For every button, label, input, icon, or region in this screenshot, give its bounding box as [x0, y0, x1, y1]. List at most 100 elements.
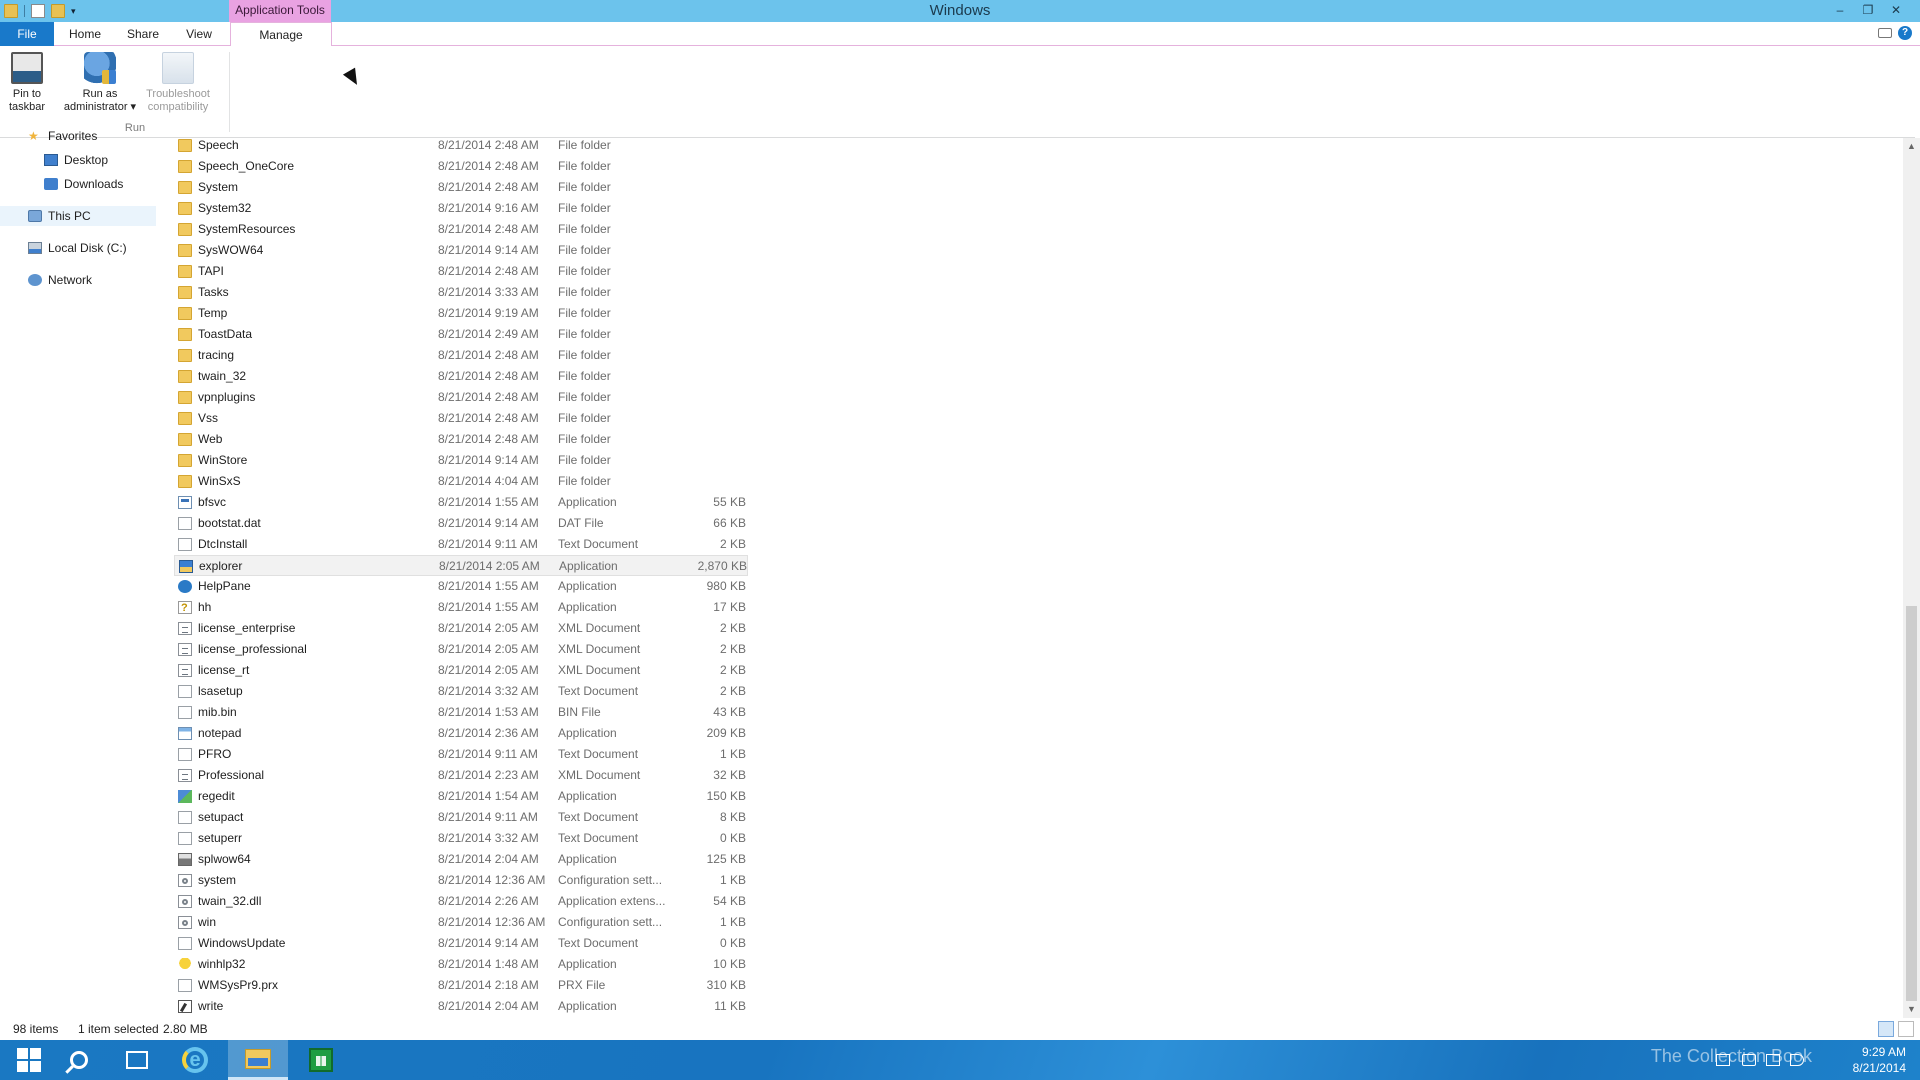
file-row[interactable]: Temp 8/21/2014 9:19 AM File folder: [174, 303, 1374, 324]
minimize-button[interactable]: –: [1826, 0, 1854, 22]
file-row[interactable]: license_rt 8/21/2014 2:05 AM XML Document 2…: [174, 660, 1374, 681]
file-row[interactable]: bfsvc 8/21/2014 1:55 AM Application 55 KB: [174, 492, 1374, 513]
search-button[interactable]: [50, 1040, 108, 1080]
minimize-ribbon-icon[interactable]: [1878, 28, 1892, 38]
windows-logo-icon: [17, 1048, 41, 1072]
file-row[interactable]: Speech 8/21/2014 2:48 AM File folder: [174, 135, 1374, 156]
file-row[interactable]: explorer 8/21/2014 2:05 AM Application 2,87…: [174, 555, 748, 576]
file-row[interactable]: WMSysPr9.prx 8/21/2014 2:18 AM PRX File 310…: [174, 975, 1374, 996]
clock-date[interactable]: 8/21/2014: [1853, 1061, 1906, 1075]
file-row[interactable]: PFRO 8/21/2014 9:11 AM Text Document 1 KB: [174, 744, 1374, 765]
tray-overflow-icon[interactable]: [1716, 1054, 1730, 1066]
file-type: File folder: [558, 264, 611, 278]
file-type: Application: [558, 600, 617, 614]
file-row[interactable]: DtcInstall 8/21/2014 9:11 AM Text Document…: [174, 534, 1374, 555]
folder-icon: [178, 286, 192, 299]
file-date-modified: 8/21/2014 9:11 AM: [438, 537, 538, 551]
properties-icon[interactable]: [31, 4, 45, 18]
file-row[interactable]: system 8/21/2014 12:36 AM Configuration se…: [174, 870, 1374, 891]
nav-desktop[interactable]: Desktop: [44, 150, 108, 170]
file-row[interactable]: Web 8/21/2014 2:48 AM File folder: [174, 429, 1374, 450]
nav-favorites[interactable]: ★ Favorites: [28, 126, 97, 146]
file-row[interactable]: Tasks 8/21/2014 3:33 AM File folder: [174, 282, 1374, 303]
internet-explorer-button[interactable]: e: [166, 1040, 224, 1080]
troubleshoot-compatibility-button[interactable]: Troubleshoot compatibility: [140, 52, 216, 114]
vertical-scrollbar[interactable]: ▲ ▼: [1903, 138, 1920, 1018]
file-row[interactable]: setuperr 8/21/2014 3:32 AM Text Document 0 …: [174, 828, 1374, 849]
details-view-icon[interactable]: [1878, 1021, 1894, 1037]
volume-icon[interactable]: [1790, 1054, 1804, 1066]
file-row[interactable]: TAPI 8/21/2014 2:48 AM File folder: [174, 261, 1374, 282]
file-row[interactable]: System 8/21/2014 2:48 AM File folder: [174, 177, 1374, 198]
window-controls: – ❐ ✕: [1826, 0, 1910, 22]
file-row[interactable]: tracing 8/21/2014 2:48 AM File folder: [174, 345, 1374, 366]
file-row[interactable]: vpnplugins 8/21/2014 2:48 AM File folder: [174, 387, 1374, 408]
tab-manage[interactable]: Manage: [230, 22, 332, 46]
nav-this-pc[interactable]: This PC: [0, 206, 156, 226]
pin-to-taskbar-button[interactable]: Pin to taskbar: [4, 52, 50, 114]
file-date-modified: 8/21/2014 9:14 AM: [438, 453, 539, 467]
nav-label: Network: [48, 273, 93, 287]
file-row[interactable]: splwow64 8/21/2014 2:04 AM Application 125 …: [174, 849, 1374, 870]
file-row[interactable]: WinStore 8/21/2014 9:14 AM File folder: [174, 450, 1374, 471]
new-folder-icon[interactable]: [51, 4, 65, 18]
file-row[interactable]: SystemResources 8/21/2014 2:48 AM File fol…: [174, 219, 1374, 240]
file-explorer-button[interactable]: [228, 1040, 288, 1080]
file-row[interactable]: mib.bin 8/21/2014 1:53 AM BIN File 43 KB: [174, 702, 1374, 723]
taskbar-icon: [11, 52, 43, 84]
file-row[interactable]: WinSxS 8/21/2014 4:04 AM File folder: [174, 471, 1374, 492]
tab-share[interactable]: Share: [116, 22, 170, 46]
action-center-flag-icon[interactable]: [1742, 1054, 1756, 1066]
large-icons-view-icon[interactable]: [1898, 1021, 1914, 1037]
file-row[interactable]: SysWOW64 8/21/2014 9:14 AM File folder: [174, 240, 1374, 261]
folder-icon: [178, 328, 192, 341]
file-row[interactable]: hh 8/21/2014 1:55 AM Application 17 KB: [174, 597, 1374, 619]
file-row[interactable]: twain_32.dll 8/21/2014 2:26 AM Application…: [174, 891, 1374, 912]
file-row[interactable]: notepad 8/21/2014 2:36 AM Application 209 K…: [174, 723, 1374, 744]
file-row[interactable]: System32 8/21/2014 9:16 AM File folder: [174, 198, 1374, 219]
xml-icon: [178, 643, 192, 656]
network-tray-icon[interactable]: [1766, 1054, 1780, 1066]
file-row[interactable]: license_professional 8/21/2014 2:05 AM XML…: [174, 639, 1374, 660]
file-row[interactable]: lsasetup 8/21/2014 3:32 AM Text Document 2 …: [174, 681, 1374, 702]
file-row[interactable]: twain_32 8/21/2014 2:48 AM File folder: [174, 366, 1374, 387]
file-type: File folder: [558, 201, 611, 215]
tab-home[interactable]: Home: [58, 22, 112, 46]
store-button[interactable]: [292, 1040, 350, 1080]
folder-icon: [178, 391, 192, 404]
file-row[interactable]: HelpPane 8/21/2014 1:55 AM Application 980 …: [174, 576, 1374, 597]
file-row[interactable]: regedit 8/21/2014 1:54 AM Application 150 K…: [174, 786, 1374, 807]
help-icon[interactable]: ?: [1898, 26, 1912, 40]
file-row[interactable]: bootstat.dat 8/21/2014 9:14 AM DAT File 66 …: [174, 513, 1374, 534]
file-row[interactable]: write 8/21/2014 2:04 AM Application 11 KB: [174, 996, 1374, 1017]
file-row[interactable]: WindowsUpdate 8/21/2014 9:14 AM Text Docum…: [174, 933, 1374, 954]
qat-dropdown-icon[interactable]: ▾: [71, 6, 76, 17]
nav-network[interactable]: Network: [28, 270, 92, 290]
scroll-up-arrow-icon[interactable]: ▲: [1903, 138, 1920, 155]
restore-button[interactable]: ❐: [1854, 0, 1882, 22]
file-row[interactable]: Speech_OneCore 8/21/2014 2:48 AM File fold…: [174, 156, 1374, 177]
file-type: PRX File: [558, 978, 606, 992]
scroll-thumb[interactable]: [1906, 606, 1917, 1001]
application-tools-context-label: Application Tools: [229, 0, 331, 22]
file-type: Application: [558, 789, 617, 803]
navigation-pane: ★ Favorites Desktop Downloads This PC Lo…: [0, 129, 158, 1020]
file-row[interactable]: setupact 8/21/2014 9:11 AM Text Document 8 …: [174, 807, 1374, 828]
file-type: Text Document: [558, 537, 639, 551]
tab-view[interactable]: View: [172, 22, 226, 46]
nav-local-disk[interactable]: Local Disk (C:): [28, 238, 127, 258]
file-row[interactable]: win 8/21/2014 12:36 AM Configuration sett.…: [174, 912, 1374, 933]
clock-time[interactable]: 9:29 AM: [1862, 1045, 1906, 1059]
scroll-down-arrow-icon[interactable]: ▼: [1903, 1001, 1920, 1018]
file-row[interactable]: license_enterprise 8/21/2014 2:05 AM XML D…: [174, 618, 1374, 639]
run-as-administrator-button[interactable]: Run as administrator ▾: [58, 52, 142, 114]
close-button[interactable]: ✕: [1882, 0, 1910, 22]
file-row[interactable]: winhlp32 8/21/2014 1:48 AM Application 10 K…: [174, 954, 1374, 975]
title-bar: ▾ Application Tools Windows – ❐ ✕: [0, 0, 1920, 22]
file-row[interactable]: Vss 8/21/2014 2:48 AM File folder: [174, 408, 1374, 429]
nav-downloads[interactable]: Downloads: [44, 174, 123, 194]
tab-file[interactable]: File: [0, 22, 54, 46]
file-row[interactable]: ToastData 8/21/2014 2:49 AM File folder: [174, 324, 1374, 345]
file-row[interactable]: Professional 8/21/2014 2:23 AM XML Documen…: [174, 765, 1374, 786]
task-view-button[interactable]: [108, 1040, 166, 1080]
